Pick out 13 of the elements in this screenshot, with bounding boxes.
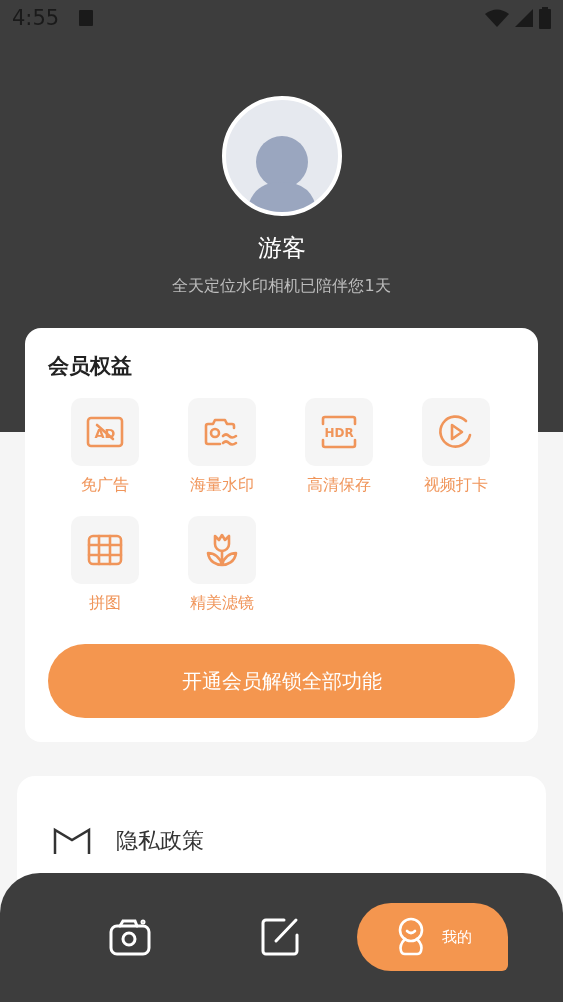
benefit-label: 免广告 [81,475,129,496]
user-subtitle: 全天定位水印相机已陪伴您1天 [172,276,391,297]
unlock-button[interactable]: 开通会员解锁全部功能 [48,644,515,718]
benefit-label: 拼图 [89,593,121,614]
benefit-label: 海量水印 [190,475,254,496]
benefit-tile[interactable]: HDR [305,398,373,466]
menu-label[interactable]: 隐私政策 [116,826,204,856]
benefit-label: 视频打卡 [424,475,488,496]
user-name: 游客 [257,233,306,264]
section-title: 会员权益 [48,353,133,380]
benefit-label: 精美滤镜 [190,593,254,614]
nav-tab[interactable]: 我的 [357,903,508,971]
benefit-label: 高清保存 [307,475,371,496]
